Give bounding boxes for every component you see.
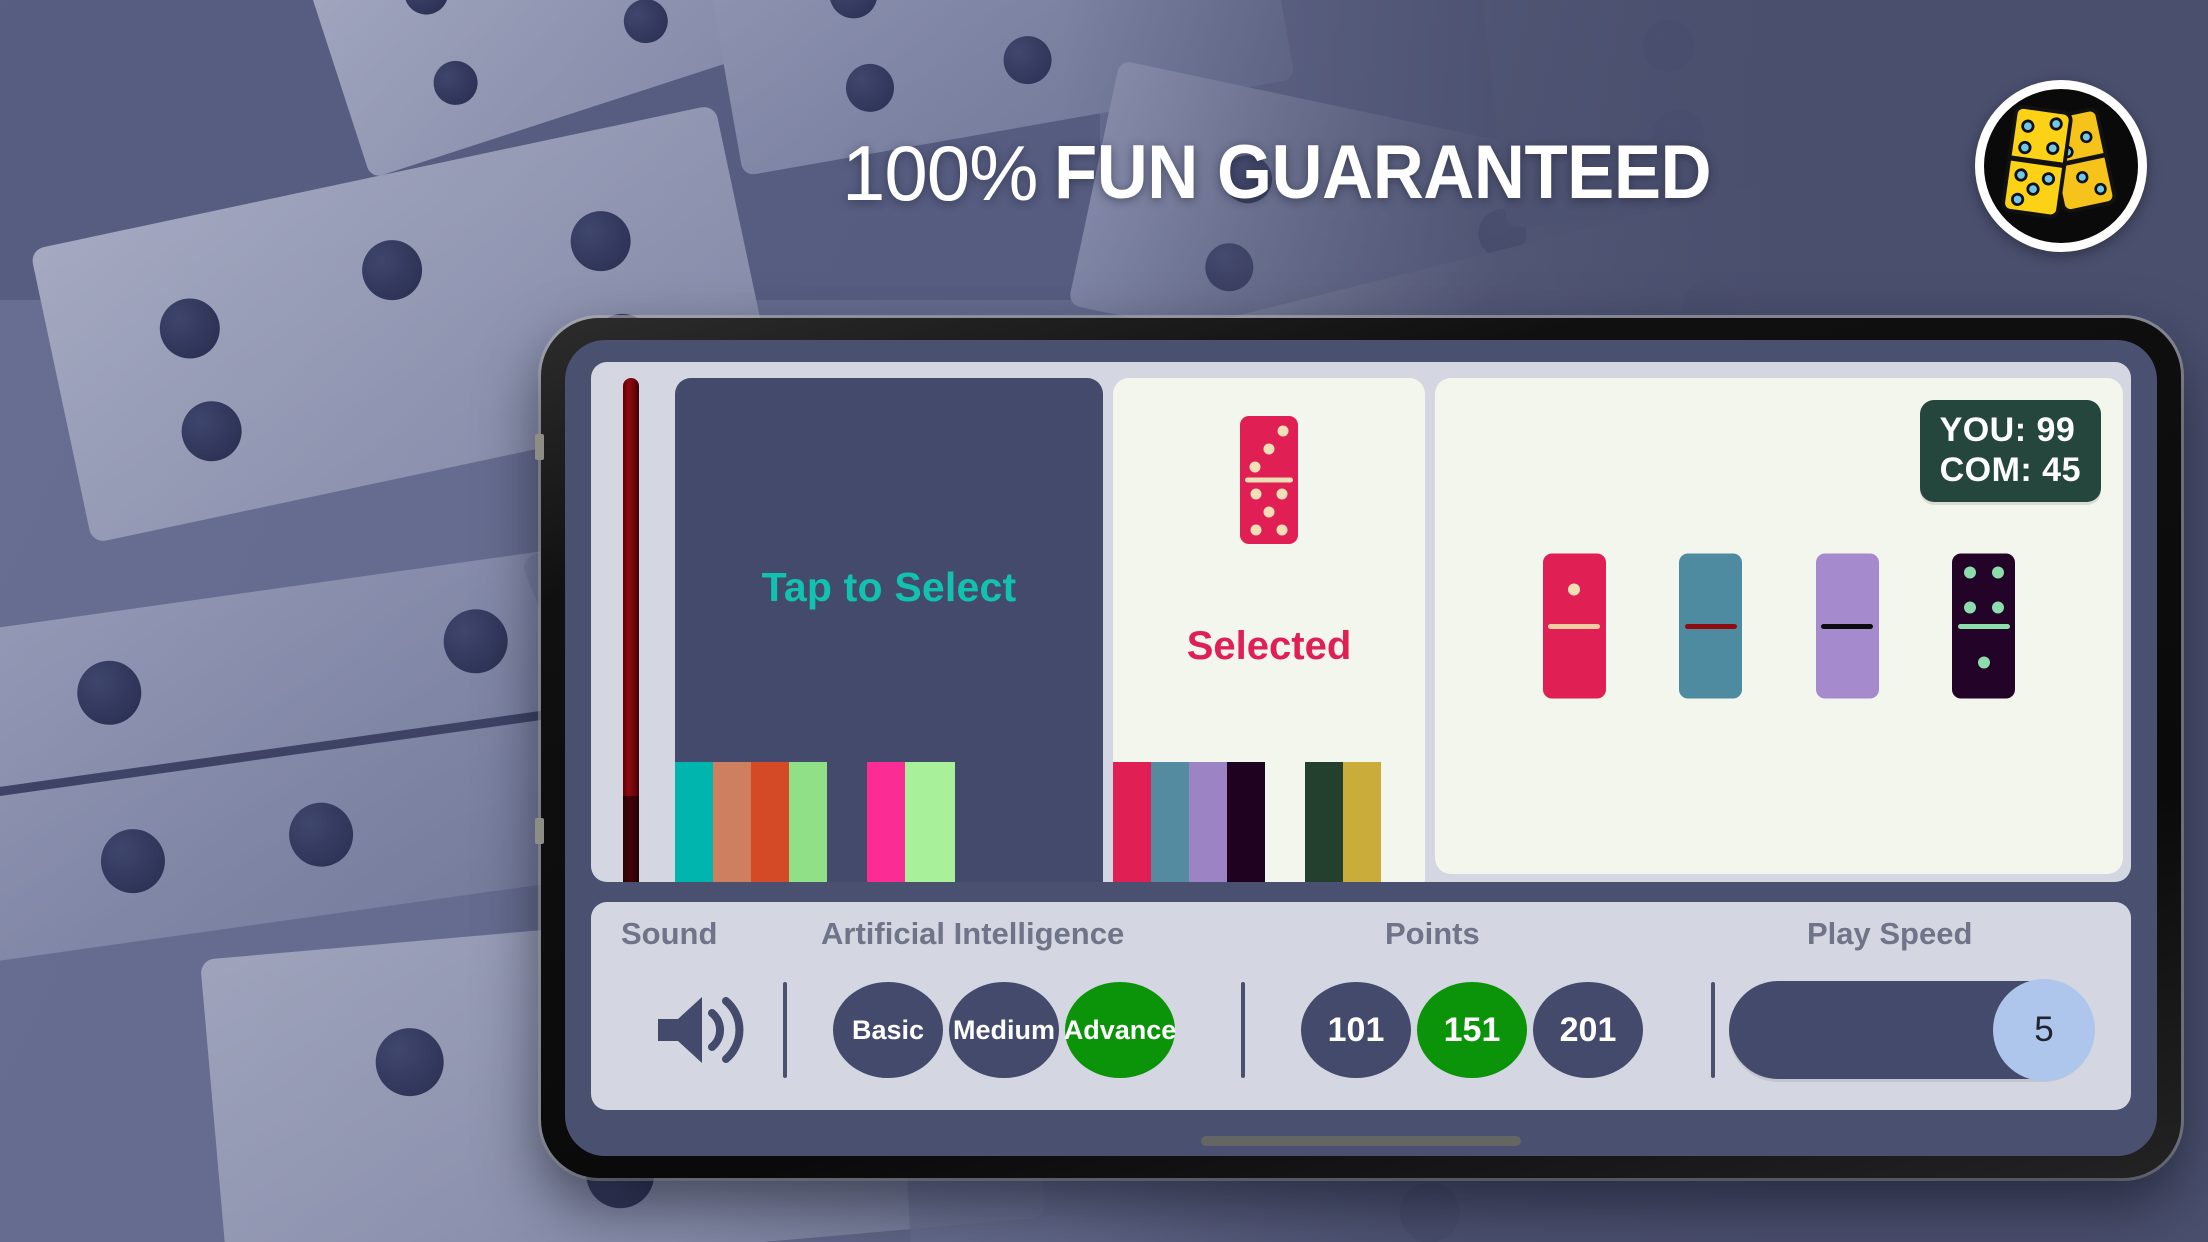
color-swatch[interactable] [1343,762,1381,882]
control-bar-row: Basic Medium Advance 101 151 201 5 [615,960,2107,1100]
play-area-panel: YOU: 99 COM: 45 [1435,378,2123,874]
color-swatch[interactable] [827,762,867,882]
score-you-row: YOU: 99 [1940,410,2081,450]
speaker-on-icon[interactable] [654,993,744,1067]
selected-label: Selected [1186,624,1352,668]
color-swatch[interactable] [789,762,827,882]
domino-dark[interactable] [1952,553,2016,699]
phone-side-button-volume[interactable] [535,434,544,460]
divider-2 [1241,982,1245,1078]
points-title: Points [1385,916,1480,951]
tap-to-select-label: Tap to Select [761,563,1017,610]
points-group: 101 151 201 [1301,982,1643,1078]
score-com-label: COM: [1939,451,2033,490]
domino-teal[interactable] [1679,553,1743,699]
ai-option-basic[interactable]: Basic [833,982,943,1078]
color-swatch[interactable] [1265,762,1305,882]
score-you-label: YOU: [1939,411,2027,449]
sound-toggle[interactable] [615,993,783,1067]
promo-headline: 100% FUN GUARANTEED [842,128,1760,219]
domino-pip [1991,601,2004,614]
headline-percent: 100% [842,129,1038,217]
score-com-value: 45 [2042,451,2081,490]
dominoes-logo-icon [2001,105,2117,219]
phone-side-button-power[interactable] [535,818,544,844]
domino-bottom-half [1679,626,1742,699]
control-bar-titles: Sound Artificial Intelligence Points Pla… [615,916,2107,960]
domino-top-half [1816,554,1879,627]
selected-domino-bottom-half [1240,480,1298,544]
domino-top-half [1952,554,2015,627]
color-swatch[interactable] [751,762,789,882]
domino-pip [1964,601,1976,614]
tap-to-select-panel[interactable]: Tap to Select [675,378,1103,882]
color-swatch[interactable] [1227,762,1265,882]
points-option-151[interactable]: 151 [1417,982,1527,1078]
score-badge: YOU: 99 COM: 45 [1919,400,2101,503]
points-option-201[interactable]: 201 [1533,982,1643,1078]
color-swatch[interactable] [867,762,905,882]
points-option-101[interactable]: 101 [1301,982,1411,1078]
domino-top-half [1679,554,1742,627]
domino-pip [1964,566,1976,579]
tap-panel-color-strip [675,762,1103,882]
color-swatch[interactable] [1151,762,1189,882]
color-swatch[interactable] [713,762,751,882]
home-indicator [1201,1136,1521,1146]
selected-panel-color-strip [1113,762,1425,882]
phone-screen: Tap to Select Selected YOU: 99 COM: 45 S… [565,340,2157,1156]
domino-pip [1991,566,2004,579]
play-speed-title: Play Speed [1807,916,1973,951]
color-swatch[interactable] [1189,762,1227,882]
color-swatch[interactable] [1305,762,1343,882]
stock-domino-edge-shadow [623,796,639,882]
color-swatch[interactable] [1113,762,1151,882]
score-com-row: COM: 45 [1940,450,2081,490]
play-speed-thumb[interactable]: 5 [1993,979,2095,1081]
score-you-value: 99 [2036,411,2076,449]
domino-pip [1568,583,1581,596]
color-swatch[interactable] [905,762,955,882]
play-speed-control[interactable]: 5 [1715,979,2107,1081]
player-hand [1435,553,2123,699]
play-speed-slider[interactable]: 5 [1729,979,2095,1081]
sound-title: Sound [621,916,718,951]
divider-1 [783,982,787,1078]
ai-difficulty-group: Basic Medium Advance [833,982,1176,1078]
domino-top-half [1543,554,1606,627]
phone-device: Tap to Select Selected YOU: 99 COM: 45 S… [535,318,2181,1178]
ai-option-medium[interactable]: Medium [949,982,1059,1078]
color-swatch[interactable] [675,762,713,882]
ai-title: Artificial Intelligence [821,916,1125,951]
domino-bottom-half [1543,626,1606,699]
domino-crimson[interactable] [1542,553,1606,699]
domino-bottom-half [1952,626,2015,699]
ai-option-advance[interactable]: Advance [1064,982,1176,1078]
domino-pip [1977,656,1990,669]
app-logo [1975,80,2147,252]
domino-bottom-half [1816,626,1879,699]
selected-domino-top-half [1240,416,1298,480]
stock-pile[interactable] [599,370,665,882]
control-bar: Sound Artificial Intelligence Points Pla… [591,902,2131,1110]
selected-domino[interactable] [1240,416,1298,544]
domino-purple[interactable] [1815,553,1879,699]
headline-rest: FUN GUARANTEED [1053,130,1712,215]
selected-panel[interactable]: Selected [1113,378,1425,882]
game-board: Tap to Select Selected YOU: 99 COM: 45 [591,362,2131,882]
